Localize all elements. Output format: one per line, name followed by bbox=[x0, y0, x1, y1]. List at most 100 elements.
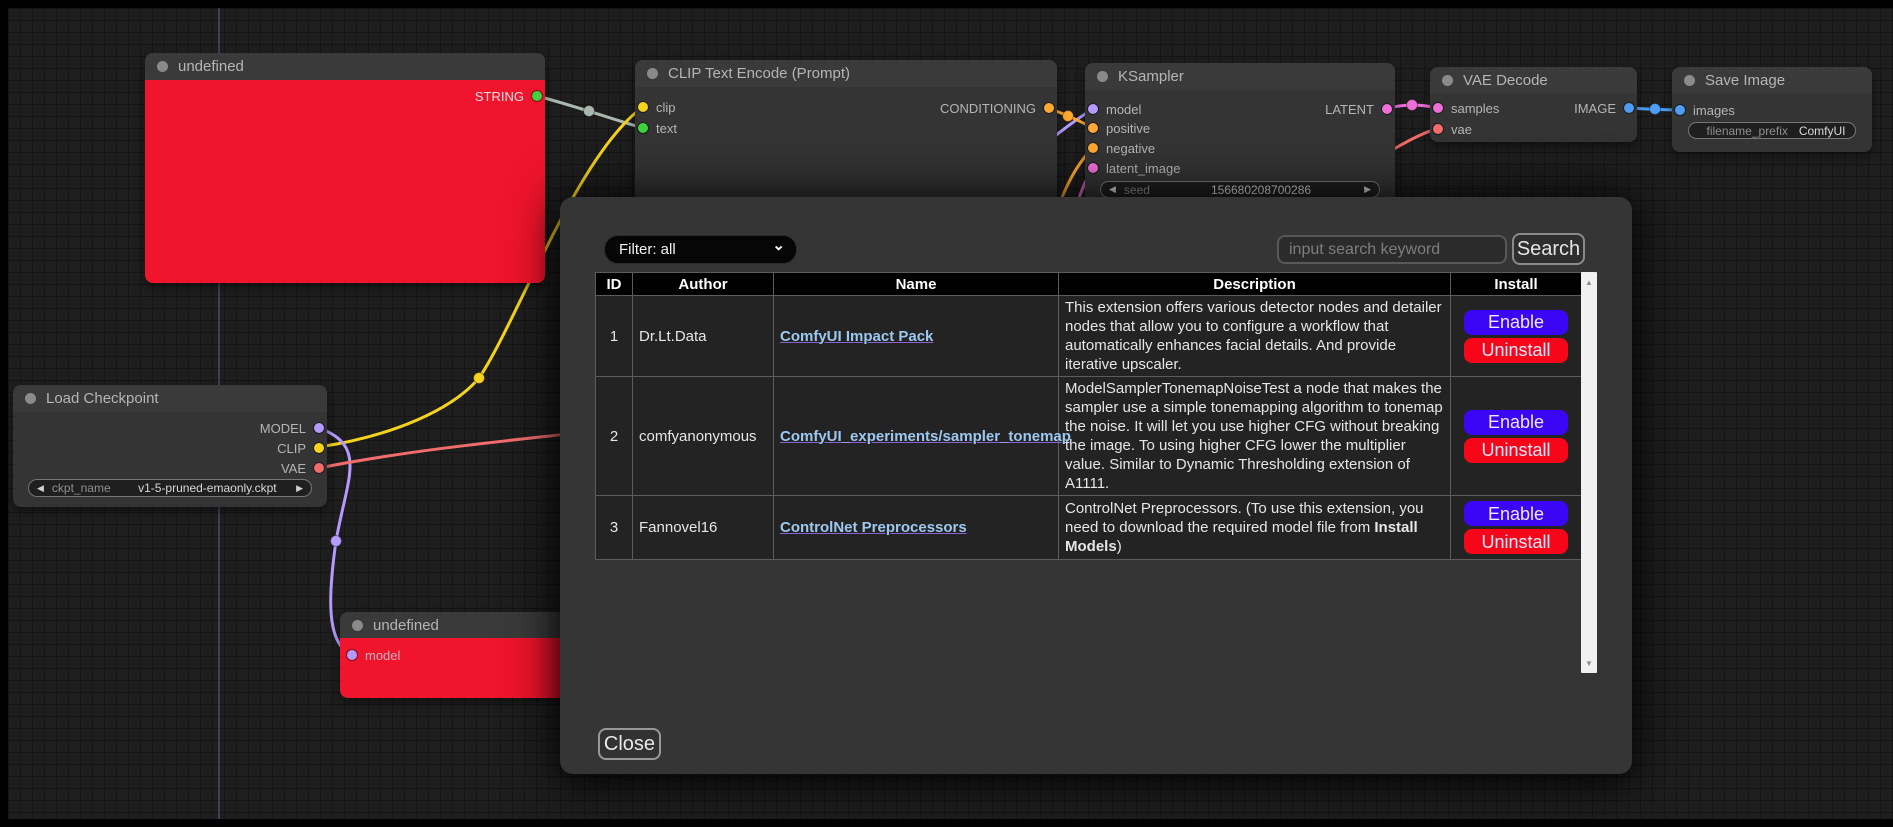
node-header[interactable]: KSampler bbox=[1085, 63, 1395, 90]
port-label: vae bbox=[1451, 122, 1472, 137]
collapse-dot-icon[interactable] bbox=[157, 61, 168, 72]
filter-select[interactable]: Filter: all bbox=[604, 235, 797, 264]
collapse-dot-icon[interactable] bbox=[1684, 75, 1695, 86]
node-header[interactable]: undefined bbox=[145, 53, 545, 80]
node-header[interactable]: VAE Decode bbox=[1430, 67, 1637, 94]
output-port-string[interactable]: STRING bbox=[475, 89, 542, 103]
output-port-conditioning[interactable]: CONDITIONING bbox=[940, 101, 1054, 115]
increment-arrow-icon[interactable]: ▶ bbox=[1364, 184, 1371, 195]
port-dot-icon[interactable] bbox=[1088, 104, 1098, 114]
output-port-image[interactable]: IMAGE bbox=[1574, 101, 1634, 115]
vertical-scrollbar[interactable]: ▲ ▼ bbox=[1581, 272, 1597, 673]
node-load-checkpoint[interactable]: Load Checkpoint MODEL CLIP VAE ◀ ckpt_na… bbox=[13, 385, 327, 507]
collapse-dot-icon[interactable] bbox=[1442, 75, 1453, 86]
node-save-image[interactable]: Save Image images filename_prefix ComfyU… bbox=[1672, 67, 1872, 152]
extension-link[interactable]: ComfyUI Impact Pack bbox=[780, 328, 933, 345]
input-port-text[interactable]: text bbox=[638, 121, 677, 135]
widget-label: filename_prefix bbox=[1706, 124, 1787, 138]
port-dot-icon[interactable] bbox=[1088, 163, 1098, 173]
port-dot-icon[interactable] bbox=[347, 650, 357, 660]
node-error-body: STRING bbox=[145, 80, 545, 283]
seed-widget[interactable]: ◀ seed 156680208700286 ▶ bbox=[1100, 181, 1380, 198]
node-header[interactable]: Load Checkpoint bbox=[13, 385, 327, 412]
node-header[interactable]: CLIP Text Encode (Prompt) bbox=[635, 60, 1057, 87]
node-vae-decode[interactable]: VAE Decode samples vae IMAGE bbox=[1430, 67, 1637, 142]
collapse-dot-icon[interactable] bbox=[1097, 71, 1108, 82]
port-dot-icon[interactable] bbox=[638, 102, 648, 112]
uninstall-button[interactable]: Uninstall bbox=[1464, 438, 1568, 463]
port-dot-icon[interactable] bbox=[1088, 123, 1098, 133]
port-dot-icon[interactable] bbox=[314, 443, 324, 453]
port-dot-icon[interactable] bbox=[1624, 103, 1634, 113]
port-dot-icon[interactable] bbox=[314, 423, 324, 433]
extension-link[interactable]: ControlNet Preprocessors bbox=[780, 519, 967, 536]
node-undefined-top[interactable]: undefined STRING bbox=[145, 53, 545, 283]
port-dot-icon[interactable] bbox=[314, 463, 324, 473]
ckpt-name-widget[interactable]: ◀ ckpt_name v1-5-pruned-emaonly.ckpt ▶ bbox=[28, 479, 312, 497]
port-dot-icon[interactable] bbox=[1088, 143, 1098, 153]
input-port-latent-image[interactable]: latent_image bbox=[1088, 161, 1180, 175]
cell-name: ComfyUI Impact Pack bbox=[774, 296, 1059, 377]
enable-button[interactable]: Enable bbox=[1464, 410, 1568, 435]
port-dot-icon[interactable] bbox=[1675, 105, 1685, 115]
node-title: Save Image bbox=[1705, 72, 1785, 89]
port-dot-icon[interactable] bbox=[1044, 103, 1054, 113]
port-dot-icon[interactable] bbox=[1382, 104, 1392, 114]
port-label: CONDITIONING bbox=[940, 101, 1036, 116]
node-body: images filename_prefix ComfyUI bbox=[1672, 94, 1872, 152]
output-port-vae[interactable]: VAE bbox=[281, 461, 324, 475]
column-header-author: Author bbox=[633, 273, 774, 296]
port-label: samples bbox=[1451, 101, 1499, 116]
uninstall-button[interactable]: Uninstall bbox=[1464, 529, 1568, 554]
cell-install: Enable Uninstall bbox=[1451, 496, 1582, 560]
port-dot-icon[interactable] bbox=[638, 123, 648, 133]
node-header[interactable]: Save Image bbox=[1672, 67, 1872, 94]
uninstall-button[interactable]: Uninstall bbox=[1464, 338, 1568, 363]
output-port-latent[interactable]: LATENT bbox=[1325, 102, 1392, 116]
output-port-clip[interactable]: CLIP bbox=[277, 441, 324, 455]
cell-description: ControlNet Preprocessors. (To use this e… bbox=[1059, 496, 1451, 560]
output-port-model[interactable]: MODEL bbox=[260, 421, 324, 435]
enable-button[interactable]: Enable bbox=[1464, 310, 1568, 335]
table-row: 2 comfyanonymous ComfyUI_experiments/sam… bbox=[596, 377, 1582, 496]
description-text: ) bbox=[1117, 538, 1122, 555]
input-port-model[interactable]: model bbox=[347, 648, 400, 662]
collapse-dot-icon[interactable] bbox=[25, 393, 36, 404]
port-label: latent_image bbox=[1106, 161, 1180, 176]
port-dot-icon[interactable] bbox=[1433, 124, 1443, 134]
decrement-arrow-icon[interactable]: ◀ bbox=[1109, 184, 1116, 195]
port-dot-icon[interactable] bbox=[1433, 103, 1443, 113]
collapse-dot-icon[interactable] bbox=[647, 68, 658, 79]
port-label: VAE bbox=[281, 461, 306, 476]
column-header-install: Install bbox=[1451, 273, 1582, 296]
input-port-images[interactable]: images bbox=[1675, 103, 1735, 117]
search-input[interactable] bbox=[1277, 235, 1507, 264]
input-port-samples[interactable]: samples bbox=[1433, 101, 1499, 115]
node-title: CLIP Text Encode (Prompt) bbox=[668, 65, 850, 82]
search-button[interactable]: Search bbox=[1512, 233, 1585, 265]
scroll-down-icon[interactable]: ▼ bbox=[1581, 655, 1597, 671]
input-port-positive[interactable]: positive bbox=[1088, 121, 1150, 135]
input-port-negative[interactable]: negative bbox=[1088, 141, 1155, 155]
increment-arrow-icon[interactable]: ▶ bbox=[296, 483, 303, 494]
input-port-model[interactable]: model bbox=[1088, 102, 1141, 116]
input-port-clip[interactable]: clip bbox=[638, 100, 676, 114]
cell-description: ModelSamplerTonemapNoiseTest a node that… bbox=[1059, 377, 1451, 496]
node-title: VAE Decode bbox=[1463, 72, 1548, 89]
extension-link[interactable]: ComfyUI_experiments/sampler_tonemap bbox=[780, 428, 1071, 445]
port-label: text bbox=[656, 121, 677, 136]
input-port-vae[interactable]: vae bbox=[1433, 122, 1472, 136]
cell-id: 3 bbox=[596, 496, 633, 560]
port-label: model bbox=[365, 648, 400, 663]
close-button[interactable]: Close bbox=[598, 728, 661, 760]
decrement-arrow-icon[interactable]: ◀ bbox=[37, 483, 44, 494]
port-dot-icon[interactable] bbox=[532, 91, 542, 101]
scroll-up-icon[interactable]: ▲ bbox=[1581, 274, 1597, 290]
extension-list-scroll-area[interactable]: ID Author Name Description Install 1 Dr.… bbox=[595, 272, 1597, 673]
filename-prefix-widget[interactable]: filename_prefix ComfyUI bbox=[1688, 122, 1856, 139]
description-text: ControlNet Preprocessors. (To use this e… bbox=[1065, 500, 1424, 536]
table-row: 1 Dr.Lt.Data ComfyUI Impact Pack This ex… bbox=[596, 296, 1582, 377]
enable-button[interactable]: Enable bbox=[1464, 501, 1568, 526]
cell-author: Dr.Lt.Data bbox=[633, 296, 774, 377]
collapse-dot-icon[interactable] bbox=[352, 620, 363, 631]
